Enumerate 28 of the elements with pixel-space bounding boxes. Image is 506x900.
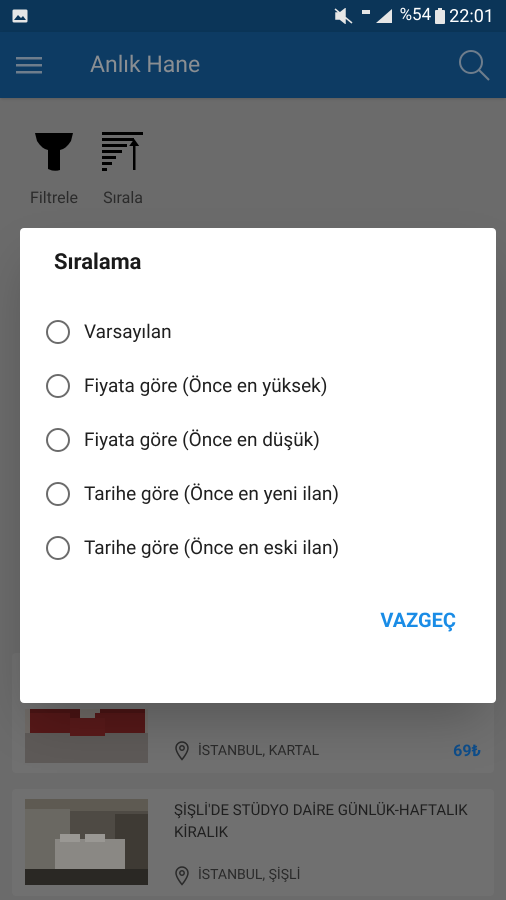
- sort-icon: [102, 132, 144, 172]
- clock: 22:01: [449, 4, 494, 28]
- listing-location: İSTANBUL, KARTAL: [198, 742, 320, 760]
- menu-icon[interactable]: [16, 55, 42, 75]
- search-icon[interactable]: [458, 49, 490, 81]
- radio-button[interactable]: [46, 320, 70, 344]
- radio-button[interactable]: [46, 482, 70, 506]
- listing-title: ŞİŞLİ'DE STÜDYO DAİRE GÜNLÜK-HAFTALIK KİRALIK: [174, 800, 469, 843]
- location-pin-icon: [174, 866, 190, 886]
- sort-option[interactable]: Tarihe göre (Önce en yeni ilan): [20, 467, 496, 521]
- sort-option[interactable]: Fiyata göre (Önce en yüksek): [20, 359, 496, 413]
- sort-option[interactable]: Fiyata göre (Önce en düşük): [20, 413, 496, 467]
- battery-icon: [435, 8, 446, 24]
- radio-button[interactable]: [46, 536, 70, 560]
- funnel-icon: [34, 132, 74, 172]
- dialog-title: Sıralama: [54, 249, 142, 277]
- cancel-button[interactable]: VAZGEÇ: [376, 601, 460, 639]
- sort-option[interactable]: Varsayılan: [20, 305, 496, 359]
- radio-button[interactable]: [46, 428, 70, 452]
- sort-option[interactable]: Tarihe göre (Önce en eski ilan): [20, 521, 496, 575]
- listing-location: İSTANBUL, ŞİŞLİ: [198, 866, 300, 885]
- image-notification-icon: [12, 9, 28, 23]
- listing-price: 69₺: [453, 740, 481, 762]
- battery-percent: %54: [400, 4, 432, 28]
- radio-button[interactable]: [46, 374, 70, 398]
- location-pin-icon: [174, 741, 190, 761]
- mute-icon: [334, 8, 354, 24]
- app-title: Anlık Hane: [90, 50, 200, 80]
